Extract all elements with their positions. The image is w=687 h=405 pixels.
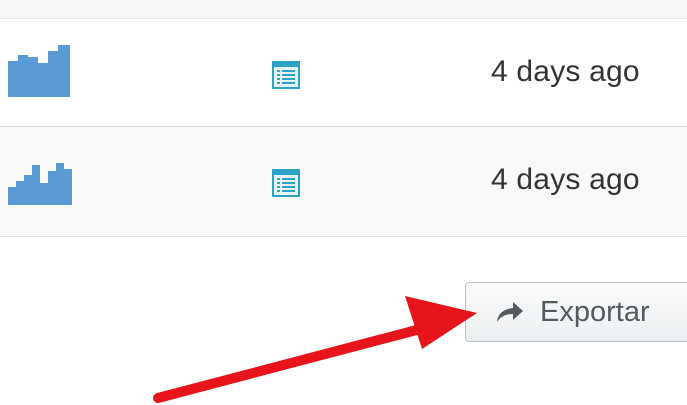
share-arrow-icon bbox=[496, 301, 524, 323]
table-top-edge bbox=[0, 0, 687, 19]
export-button-label: Exportar bbox=[540, 295, 650, 328]
table-row: 4 days ago bbox=[0, 19, 687, 127]
table-document-icon[interactable] bbox=[272, 61, 300, 89]
row-timestamp: 4 days ago bbox=[491, 55, 640, 88]
bar-sparkline-icon bbox=[8, 45, 70, 97]
export-button[interactable]: Exportar bbox=[465, 282, 687, 342]
table-document-icon[interactable] bbox=[272, 169, 300, 197]
table-row: 4 days ago bbox=[0, 127, 687, 237]
bar-sparkline-icon bbox=[8, 163, 72, 205]
results-page: 4 days ago 4 days ago Exportar bbox=[0, 0, 687, 405]
row-timestamp: 4 days ago bbox=[491, 163, 640, 196]
